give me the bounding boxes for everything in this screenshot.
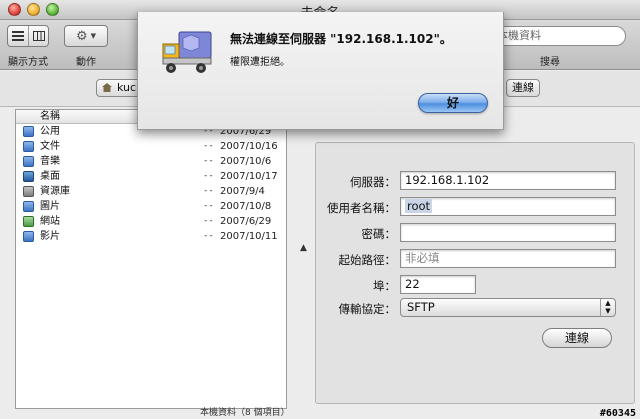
file-name: 網站 [40, 216, 60, 227]
connection-form: 伺服器： 192.168.1.102 使用者名稱： root 密碼： 起始路徑：… [315, 142, 635, 404]
file-date: 2007/10/11 [220, 231, 278, 242]
file-row[interactable]: 圖片 -- 2007/10/8 [16, 199, 286, 214]
status-bar: 本機資料（8 個項目） [0, 408, 640, 419]
file-size: -- [203, 156, 214, 166]
column-header-name[interactable]: 名稱 [40, 110, 60, 123]
file-name: 圖片 [40, 201, 60, 212]
file-name: 文件 [40, 141, 60, 152]
action-menu-button[interactable]: ⚙ ▼ [64, 25, 108, 47]
server-label: 伺服器： [350, 175, 396, 189]
pictures-folder-icon [23, 201, 34, 212]
file-date: 2007/10/17 [220, 171, 278, 182]
toolbar-connect-button[interactable]: 連線 [506, 79, 540, 97]
file-name: 影片 [40, 231, 60, 242]
column-view-icon[interactable] [28, 26, 48, 46]
gear-icon: ⚙ [75, 28, 88, 44]
alert-message: 無法連線至伺服器 "192.168.1.102"。 [230, 32, 452, 46]
port-label: 埠： [373, 279, 396, 293]
transmit-truck-icon [162, 31, 212, 73]
file-row[interactable]: 影片 -- 2007/10/11 [16, 229, 286, 244]
file-date: 2007/9/4 [220, 186, 265, 197]
file-date: 2007/10/16 [220, 141, 278, 152]
connect-button[interactable]: 連線 [542, 328, 612, 348]
file-size: -- [203, 141, 214, 151]
file-size: -- [203, 231, 214, 241]
file-row[interactable]: 桌面 -- 2007/10/17 [16, 169, 286, 184]
watermark: #60345 [599, 408, 636, 419]
desktop-folder-icon [23, 171, 34, 182]
file-name: 資源庫 [40, 186, 70, 197]
file-name: 公用 [40, 126, 60, 137]
music-folder-icon [23, 156, 34, 167]
error-alert-sheet: 無法連線至伺服器 "192.168.1.102"。 權限遭拒絕。 好 [137, 12, 504, 130]
movies-folder-icon [23, 231, 34, 242]
initial-path-label: 起始路徑： [338, 253, 397, 267]
documents-folder-icon [23, 141, 34, 152]
public-folder-icon [23, 126, 34, 137]
file-size: -- [203, 201, 214, 211]
local-file-list: 名稱 公用 -- 2007/6/29 文件 -- 2007/10/16 音樂 -- 2007/1… [15, 109, 287, 409]
file-size: -- [203, 216, 214, 226]
search-label: 搜尋 [540, 57, 560, 68]
file-row[interactable]: 音樂 -- 2007/10/6 [16, 154, 286, 169]
file-row[interactable]: 資源庫 -- 2007/9/4 [16, 184, 286, 199]
file-date: 2007/6/29 [220, 216, 272, 227]
location-popup-label: kuc [117, 81, 137, 94]
initial-path-input[interactable]: 非必填 [400, 249, 616, 268]
file-size: -- [203, 171, 214, 181]
ok-button[interactable]: 好 [418, 93, 488, 113]
file-name: 桌面 [40, 171, 60, 182]
pane-splitter[interactable]: ▲ [297, 109, 311, 409]
password-input[interactable] [400, 223, 616, 242]
protocol-value: SFTP [407, 300, 435, 314]
file-row[interactable]: 網站 -- 2007/6/29 [16, 214, 286, 229]
username-value: root [405, 199, 433, 213]
file-date: 2007/10/8 [220, 201, 272, 212]
collapse-arrow-icon[interactable]: ▲ [300, 243, 307, 253]
status-text: 本機資料（8 個項目） [200, 408, 290, 418]
sites-folder-icon [23, 216, 34, 227]
updown-arrows-icon: ▲ ▼ [600, 299, 615, 316]
port-input[interactable]: 22 [400, 275, 476, 294]
file-rows: 公用 -- 2007/6/29 文件 -- 2007/10/16 音樂 -- 2007/10/6… [16, 124, 286, 244]
list-view-icon[interactable] [8, 26, 28, 46]
view-mode-label: 顯示方式 [8, 57, 48, 68]
file-name: 音樂 [40, 156, 60, 167]
protocol-select[interactable]: SFTP ▲ ▼ [400, 298, 616, 317]
file-row[interactable]: 文件 -- 2007/10/16 [16, 139, 286, 154]
server-input[interactable]: 192.168.1.102 [400, 171, 616, 190]
library-folder-icon [23, 186, 34, 197]
chevron-down-icon: ▼ [90, 32, 97, 40]
file-size: -- [203, 186, 214, 196]
username-input[interactable]: root [400, 197, 616, 216]
password-label: 密碼： [361, 227, 397, 241]
home-icon [102, 83, 112, 92]
file-date: 2007/10/6 [220, 156, 272, 167]
username-label: 使用者名稱： [327, 201, 396, 215]
protocol-label: 傳輸協定： [338, 302, 397, 316]
alert-informative-text: 權限遭拒絕。 [230, 57, 290, 68]
app-window: 未命名 顯示方式 ⚙ ▼ 動作 本機資料 搜尋 [0, 0, 640, 419]
view-mode-control[interactable] [7, 25, 49, 47]
action-label: 動作 [76, 57, 96, 68]
